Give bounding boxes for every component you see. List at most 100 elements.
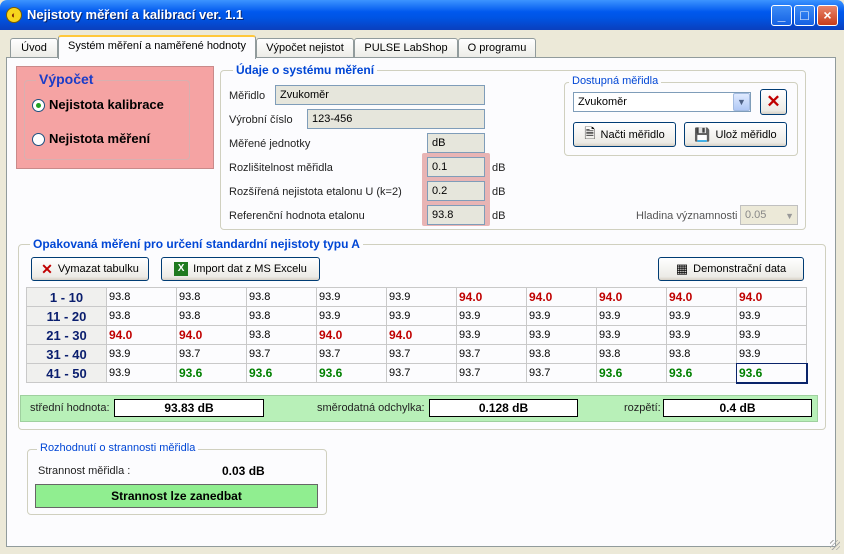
measurement-cell[interactable]: 93.6: [316, 363, 387, 383]
row-header: 21 - 30: [26, 325, 107, 345]
vyrobni-cislo-field[interactable]: 123-456: [307, 109, 485, 129]
save-meridlo-button[interactable]: 💾 Ulož měřidlo: [684, 122, 787, 147]
window-title: Nejistoty měření a kalibrací ver. 1.1: [27, 7, 244, 22]
measurement-cell[interactable]: 93.9: [666, 325, 737, 345]
measurement-cell[interactable]: 93.6: [246, 363, 317, 383]
measurement-cell[interactable]: 93.6: [176, 363, 247, 383]
measurement-cell[interactable]: 93.9: [736, 344, 807, 364]
measurement-cell[interactable]: 93.6: [596, 363, 667, 383]
measurement-cell[interactable]: 93.8: [176, 306, 247, 326]
measurement-cell[interactable]: 93.9: [386, 287, 457, 307]
range-value: 0.4 dB: [663, 399, 812, 417]
vyrobni-cislo-label: Výrobní číslo: [229, 114, 293, 126]
demo-data-label: Demonstrační data: [693, 263, 787, 275]
measurement-cell[interactable]: 93.7: [176, 344, 247, 364]
close-button[interactable]: ×: [817, 5, 838, 26]
measurement-cell[interactable]: 93.7: [526, 363, 597, 383]
measurement-cell[interactable]: 94.0: [316, 325, 387, 345]
measurement-cell[interactable]: 93.9: [106, 363, 177, 383]
measurement-cell[interactable]: 93.8: [246, 325, 317, 345]
measurement-cell[interactable]: 94.0: [176, 325, 247, 345]
tab-o-programu[interactable]: O programu: [458, 38, 536, 58]
measurement-cell[interactable]: 93.6: [735, 362, 808, 384]
import-excel-button[interactable]: X Import dat z MS Excelu: [161, 257, 320, 281]
radio-nejistota-kalibrace[interactable]: [32, 99, 45, 112]
measurement-cell[interactable]: 93.9: [596, 325, 667, 345]
measurement-cell[interactable]: 93.8: [176, 287, 247, 307]
measurement-cell[interactable]: 93.9: [316, 306, 387, 326]
measurement-cell[interactable]: 93.7: [316, 344, 387, 364]
rozsirena-nejistota-field[interactable]: 0.2: [427, 181, 485, 201]
measurement-cell[interactable]: 94.0: [736, 287, 807, 307]
referencni-hodnota-field[interactable]: 93.8: [427, 205, 485, 225]
merene-jednotky-field[interactable]: dB: [427, 133, 485, 153]
radio-nejistota-mereni[interactable]: [32, 133, 45, 146]
radio-label-mereni[interactable]: Nejistota měření: [49, 131, 150, 146]
tab-system-mereni[interactable]: Systém měření a naměřené hodnoty: [58, 35, 256, 59]
meridla-title: Dostupná měřidla: [569, 75, 662, 87]
measurement-cell[interactable]: 93.7: [456, 344, 527, 364]
import-excel-label: Import dat z MS Excelu: [193, 263, 307, 275]
tab-uvod[interactable]: Úvod: [10, 38, 58, 58]
meridlo-field[interactable]: Zvukoměr: [275, 85, 485, 105]
std-dev-value: 0.128 dB: [429, 399, 578, 417]
measurement-cell[interactable]: 93.8: [666, 344, 737, 364]
meridla-select[interactable]: Zvukoměr: [573, 92, 751, 112]
measurement-cell[interactable]: 93.9: [456, 306, 527, 326]
table-row: 21 - 30 94.0 94.0 93.8 94.0 94.0 93.9 93.9 93.9 9…: [26, 325, 807, 345]
measurement-cell[interactable]: 93.8: [246, 287, 317, 307]
calendar-icon: ▦: [675, 261, 689, 276]
measure-app-icon[interactable]: ◐: [6, 7, 22, 23]
measurement-cell[interactable]: 93.7: [456, 363, 527, 383]
rozsirena-nejistota-unit: dB: [492, 186, 506, 198]
red-x-icon: ✕: [766, 92, 781, 111]
measurement-table: 1 - 10 93.8 93.8 93.8 93.9 93.9 94.0 94.0 94.0 94…: [26, 287, 808, 384]
measurement-cell[interactable]: 93.9: [596, 306, 667, 326]
measurement-cell[interactable]: 94.0: [666, 287, 737, 307]
load-icon: 🗎: [584, 124, 596, 141]
tab-vypocet-nejistot[interactable]: Výpočet nejistot: [256, 38, 354, 58]
measurement-cell[interactable]: 93.8: [106, 287, 177, 307]
load-meridlo-button[interactable]: 🗎 Načti měřidlo: [573, 122, 676, 147]
measurement-cell[interactable]: 93.8: [246, 306, 317, 326]
measurement-cell[interactable]: 93.6: [666, 363, 737, 383]
strannost-title: Rozhodnutí o strannosti měřidla: [37, 442, 199, 454]
measurement-cell[interactable]: 93.9: [526, 306, 597, 326]
measurement-cell[interactable]: 93.7: [386, 363, 457, 383]
measurement-cell[interactable]: 93.9: [736, 306, 807, 326]
maximize-button[interactable]: □: [794, 5, 815, 26]
measurement-cell[interactable]: 93.9: [526, 325, 597, 345]
demo-data-button[interactable]: ▦ Demonstrační data: [658, 257, 804, 281]
radio-label-kalibrace[interactable]: Nejistota kalibrace: [49, 97, 164, 112]
measurement-cell[interactable]: 93.7: [246, 344, 317, 364]
measurement-cell[interactable]: 93.9: [666, 306, 737, 326]
tab-pulse-labshop[interactable]: PULSE LabShop: [354, 38, 458, 58]
measurement-cell[interactable]: 93.8: [106, 306, 177, 326]
measurement-cell[interactable]: 93.9: [456, 325, 527, 345]
measurement-cell[interactable]: 93.9: [386, 306, 457, 326]
strannost-verdict: Strannost lze zanedbat: [35, 484, 318, 508]
minimize-button[interactable]: _: [771, 5, 792, 26]
clear-table-label: Vymazat tabulku: [57, 263, 139, 275]
rozlisitelnost-field[interactable]: 0.1: [427, 157, 485, 177]
measurement-cell[interactable]: 94.0: [456, 287, 527, 307]
chevron-down-icon[interactable]: ▼: [733, 93, 750, 111]
system-title: Údaje o systému měření: [233, 63, 378, 77]
measurement-cell[interactable]: 93.7: [386, 344, 457, 364]
measurement-cell[interactable]: 93.9: [316, 287, 387, 307]
resize-grip-icon[interactable]: [830, 540, 840, 550]
measurement-cell[interactable]: 93.9: [106, 344, 177, 364]
measurement-cell[interactable]: 93.8: [526, 344, 597, 364]
meridlo-label: Měřidlo: [229, 90, 266, 102]
measurement-cell[interactable]: 94.0: [386, 325, 457, 345]
measurement-cell[interactable]: 94.0: [526, 287, 597, 307]
measurement-cell[interactable]: 94.0: [596, 287, 667, 307]
hladina-vyznamnosti-select[interactable]: 0.05 ▼: [740, 205, 798, 225]
clear-table-button[interactable]: ✕ Vymazat tabulku: [31, 257, 149, 281]
delete-meridlo-button[interactable]: ✕: [760, 89, 787, 115]
hladina-vyznamnosti-value: 0.05: [745, 209, 767, 221]
measurement-cell[interactable]: 93.8: [596, 344, 667, 364]
measurement-cell[interactable]: 93.9: [736, 325, 807, 345]
measurement-cell[interactable]: 94.0: [106, 325, 177, 345]
hladina-vyznamnosti-label: Hladina významnosti: [636, 210, 738, 222]
